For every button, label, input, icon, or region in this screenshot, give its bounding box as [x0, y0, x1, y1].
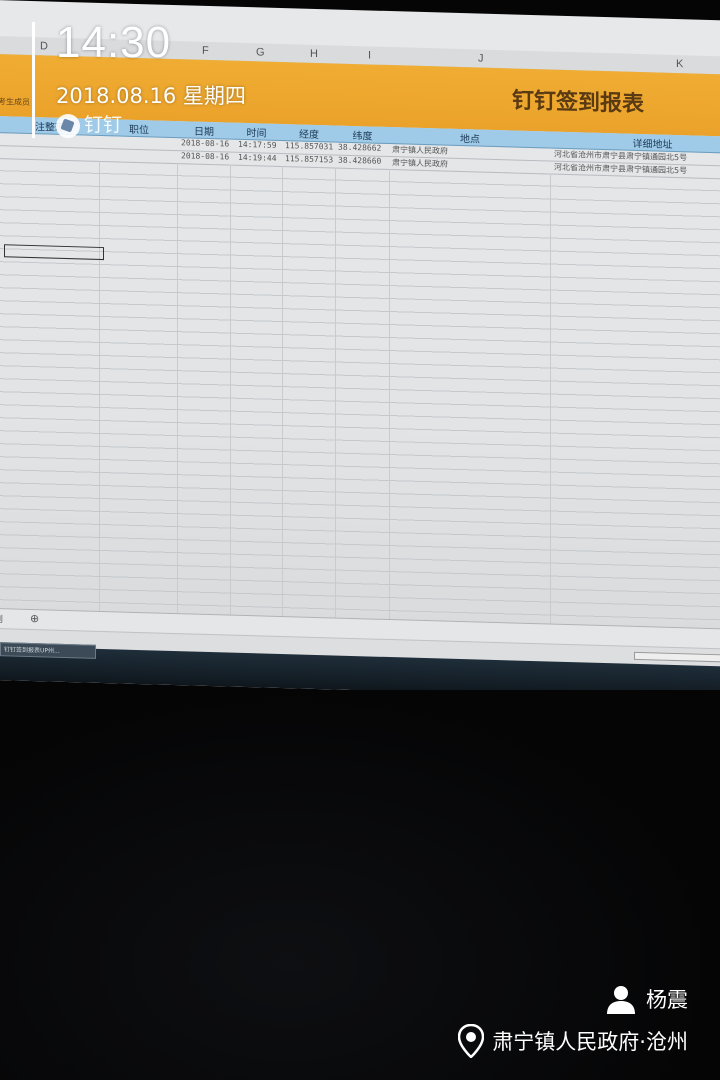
dark-keyboard-area: [0, 690, 720, 1080]
cell-date: 2018-08-16: [181, 138, 230, 149]
column-letter-g: G: [256, 46, 265, 59]
watermark-brand: 钉钉: [56, 110, 122, 138]
column-letter-k: K: [676, 58, 684, 71]
cell-latitude: 38.428660: [338, 155, 382, 166]
band-note: 考生成员: [0, 97, 30, 108]
dingtalk-logo-icon: [56, 113, 80, 138]
cell-date: 2018-08-16: [181, 151, 230, 162]
watermark-user-name: 杨震: [646, 988, 688, 1012]
person-icon: [607, 986, 635, 1014]
header-cell-latitude: 纬度: [352, 131, 373, 143]
empty-grid[interactable]: [0, 158, 720, 630]
map-pin-icon: [458, 1024, 485, 1058]
cell-longitude: 115.857031: [285, 141, 334, 152]
column-letter-d: D: [40, 40, 48, 53]
cell-time: 14:17:59: [238, 139, 277, 150]
watermark-date: 2018.08.16 星期四: [56, 84, 246, 108]
selected-cell[interactable]: [4, 244, 104, 261]
header-cell-date: 日期: [194, 126, 214, 139]
report-title: 钉钉签到报表: [512, 88, 645, 118]
cell-latitude: 38.428662: [338, 142, 382, 153]
horizontal-scrollbar[interactable]: [634, 651, 720, 663]
column-letter-i: I: [368, 49, 372, 62]
watermark-accent-bar: [32, 22, 35, 138]
sheet-tab[interactable]: 到: [0, 612, 3, 625]
column-letter-j: J: [478, 52, 484, 65]
watermark-user: 杨震: [604, 982, 688, 1016]
header-cell-longitude: 经度: [299, 129, 319, 142]
watermark-location-text: 肃宁镇人民政府·沧州: [492, 1030, 688, 1054]
cell-place: 肃宁镇人民政府: [392, 158, 448, 169]
cell-time: 14:19:44: [238, 152, 277, 163]
column-letter-h: H: [310, 47, 318, 61]
header-cell-time: 时间: [246, 128, 267, 140]
watermark-brand-label: 钉钉: [84, 114, 123, 136]
column-letter-f: F: [202, 44, 209, 57]
add-sheet-button[interactable]: ⊕: [30, 612, 39, 625]
cell-longitude: 115.857153: [285, 154, 334, 165]
watermark-location: 肃宁镇人民政府·沧州: [458, 1024, 688, 1058]
taskbar-item[interactable]: 钉钉签到报表UP州...: [0, 642, 96, 659]
cell-place: 肃宁镇人民政府: [392, 145, 448, 156]
watermark-time: 14:30: [56, 18, 172, 67]
